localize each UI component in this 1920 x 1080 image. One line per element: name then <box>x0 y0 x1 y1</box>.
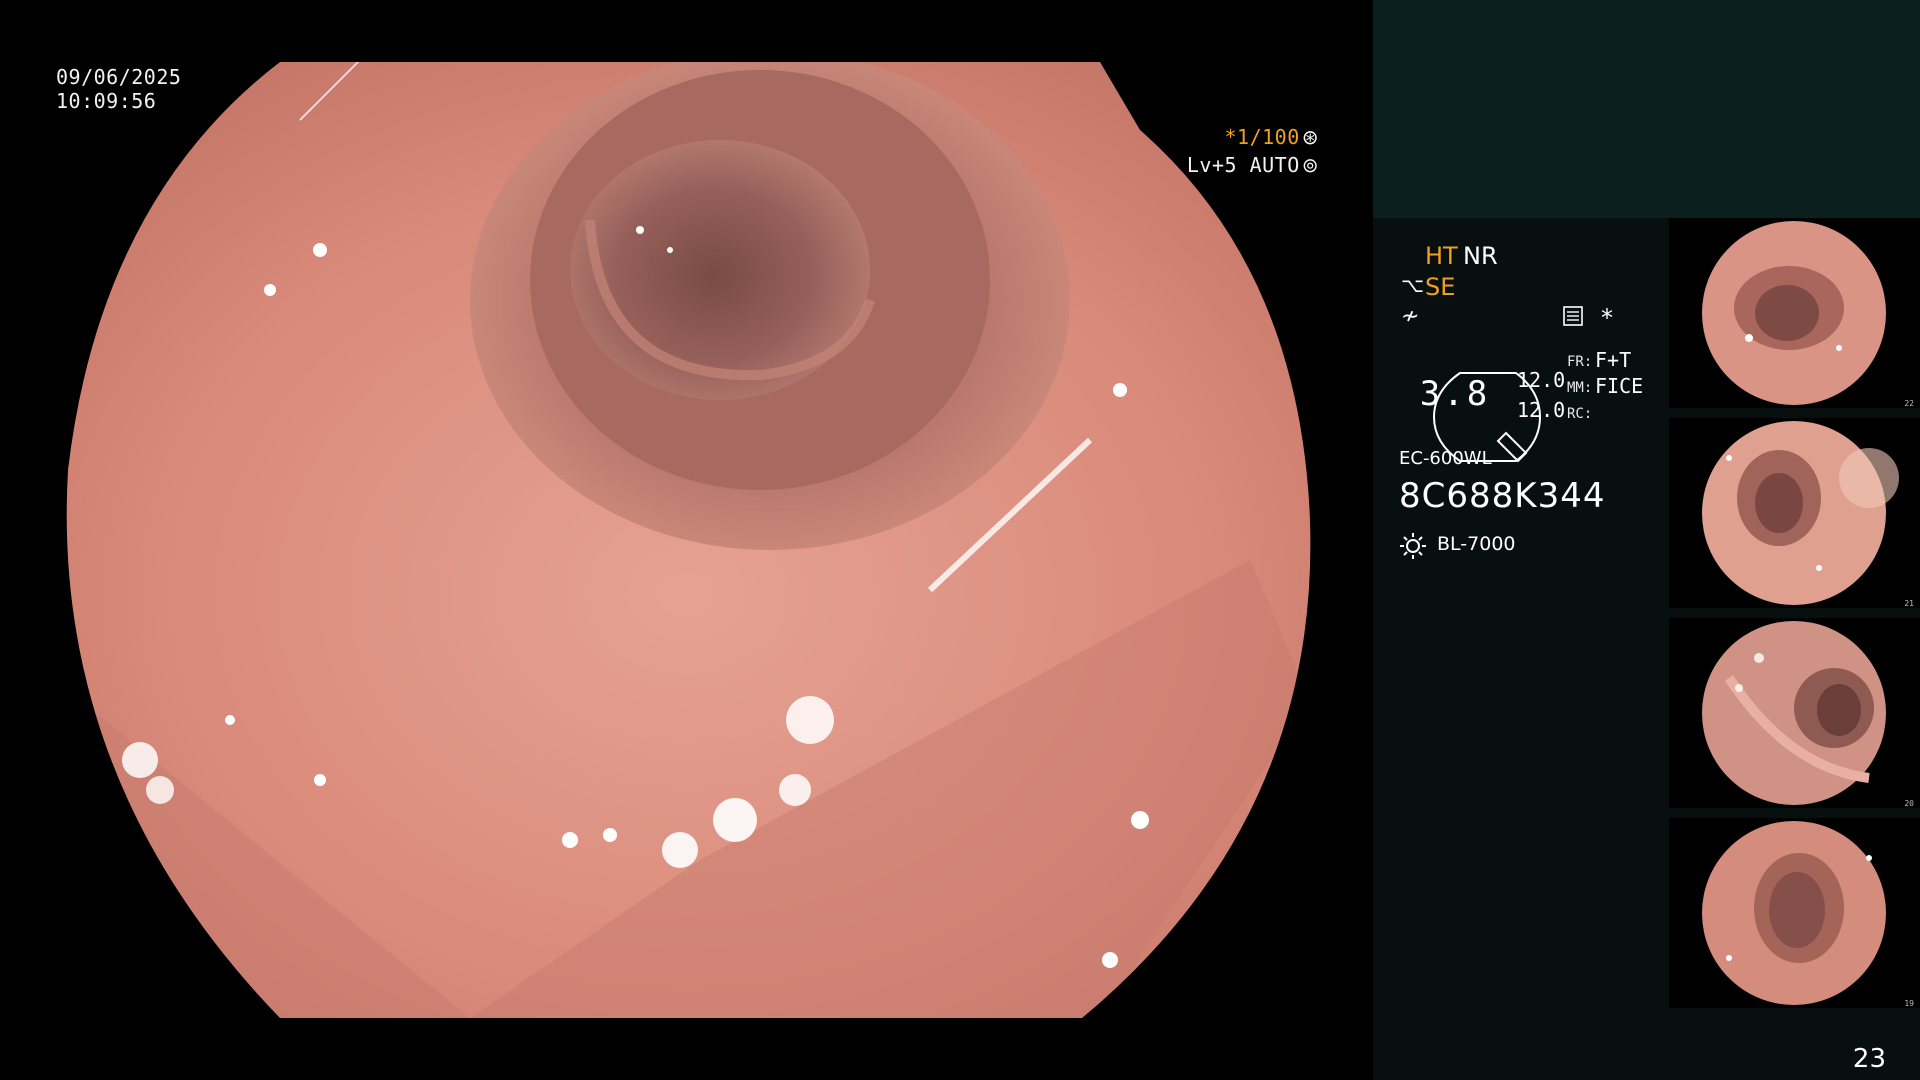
settings-panel-icon <box>1563 306 1583 326</box>
nr-label: NR <box>1463 242 1498 270</box>
light-source-icon <box>1400 533 1426 559</box>
date-display: 09/06/2025 <box>56 65 182 89</box>
thumbnail-number: 21 <box>1904 599 1914 608</box>
thumbnail-image <box>1702 421 1899 605</box>
structure-enhance-icon: ⌥ <box>1401 273 1425 297</box>
value-1: 12.0 <box>1517 368 1566 392</box>
endoscope-main-view: 09/06/2025 10:09:56 *1/100 ⊛ Lv+5 AUTO ⊚ <box>0 0 1373 1080</box>
se-label: SE <box>1425 273 1456 301</box>
level-readout: Lv+5 AUTO ⊚ <box>1137 126 1319 204</box>
thumbnail-20[interactable]: 20 <box>1669 618 1920 808</box>
scope-model: EC-600WL <box>1399 448 1492 469</box>
scope-serial: 8C688K344 <box>1399 476 1606 516</box>
thumbnail-strip: 22 21 20 19 <box>1669 218 1920 1018</box>
page-number: 23 <box>1852 1044 1886 1074</box>
time-display: 10:09:56 <box>56 89 157 113</box>
value-2: 12.0 <box>1517 398 1566 422</box>
mm-value: FICE <box>1595 374 1644 398</box>
thumbnail-number: 20 <box>1904 799 1914 808</box>
rc-key: RC: <box>1567 406 1593 422</box>
gauge-value: 3.8 <box>1419 374 1491 414</box>
settings-info: HT NR ⌥ SE ≁ * 3.8 12.0 12.0 FR: F+T MM:… <box>1373 218 1669 1018</box>
side-panel: HT NR ⌥ SE ≁ * 3.8 12.0 12.0 FR: F+T MM:… <box>1373 0 1920 1080</box>
gauge-display: 3.8 <box>1399 352 1541 463</box>
fr-value: F+T <box>1595 348 1632 372</box>
light-source-model: BL-7000 <box>1437 533 1516 555</box>
thumbnail-image <box>1702 221 1886 405</box>
thumbnail-number: 19 <box>1904 999 1914 1008</box>
side-panel-header <box>1373 0 1920 218</box>
thumbnail-21[interactable]: 21 <box>1669 418 1920 608</box>
sharpness-icon: ≁ <box>1401 304 1420 329</box>
thumbnail-image <box>1702 821 1886 1005</box>
aperture-icon: ⊚ <box>1301 153 1319 177</box>
thumbnail-22[interactable]: 22 <box>1669 218 1920 408</box>
star-icon: * <box>1601 304 1613 332</box>
mm-key: MM: <box>1567 380 1593 396</box>
thumbnail-image <box>1702 621 1886 805</box>
level-value: Lv+5 AUTO <box>1186 153 1300 177</box>
thumbnail-19[interactable]: 19 <box>1669 818 1920 1008</box>
ht-label: HT <box>1425 242 1458 270</box>
fr-key: FR: <box>1567 354 1593 370</box>
thumbnail-number: 22 <box>1904 399 1914 408</box>
